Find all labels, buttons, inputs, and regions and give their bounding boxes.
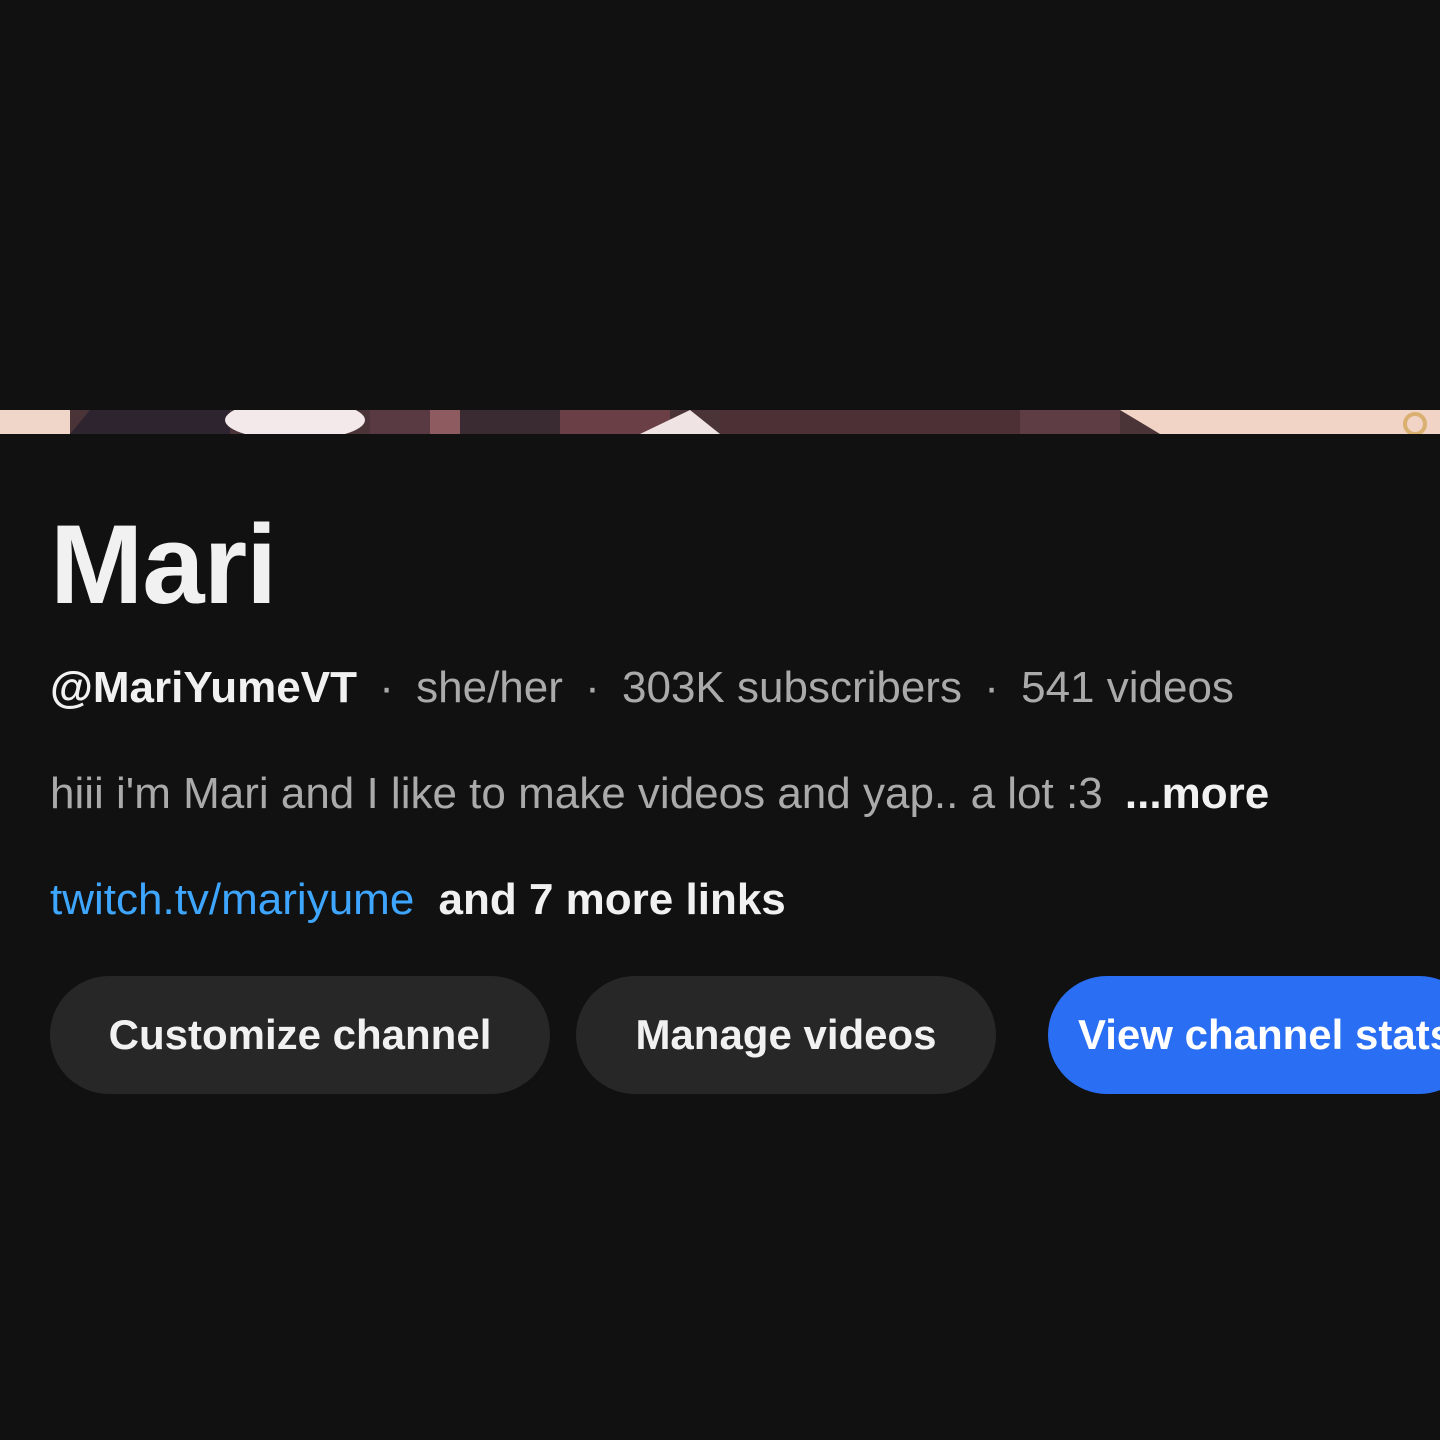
manage-videos-button[interactable]: Manage videos bbox=[576, 976, 996, 1094]
meta-separator: · bbox=[379, 663, 394, 712]
description-more-button[interactable]: ...more bbox=[1125, 769, 1269, 818]
customize-channel-button[interactable]: Customize channel bbox=[50, 976, 550, 1094]
channel-info: Mari @MariYumeVT · she/her · 303K subscr… bbox=[50, 500, 1440, 1094]
meta-separator: · bbox=[585, 663, 600, 712]
video-count: 541 videos bbox=[1021, 663, 1234, 712]
channel-banner[interactable] bbox=[0, 410, 1440, 434]
twitch-link[interactable]: twitch.tv/mariyume bbox=[50, 875, 414, 924]
subscriber-count: 303K subscribers bbox=[622, 663, 962, 712]
channel-description[interactable]: hiii i'm Mari and I like to make videos … bbox=[50, 768, 1269, 820]
channel-page: Mari @MariYumeVT · she/her · 303K subscr… bbox=[0, 0, 1440, 1440]
channel-links: twitch.tv/mariyume and 7 more links bbox=[50, 874, 786, 926]
banner-artwork-image bbox=[0, 410, 1440, 434]
channel-actions: Customize channel Manage videos View cha… bbox=[50, 976, 1440, 1094]
meta-separator: · bbox=[984, 663, 999, 712]
view-channel-stats-button[interactable]: View channel stats bbox=[1048, 976, 1440, 1094]
description-text: hiii i'm Mari and I like to make videos … bbox=[50, 769, 1103, 818]
channel-handle: @MariYumeVT bbox=[50, 663, 357, 712]
more-links-button[interactable]: and 7 more links bbox=[439, 875, 786, 924]
channel-name: Mari bbox=[50, 502, 277, 627]
channel-meta: @MariYumeVT · she/her · 303K subscribers… bbox=[50, 662, 1234, 714]
channel-pronouns: she/her bbox=[416, 663, 563, 712]
